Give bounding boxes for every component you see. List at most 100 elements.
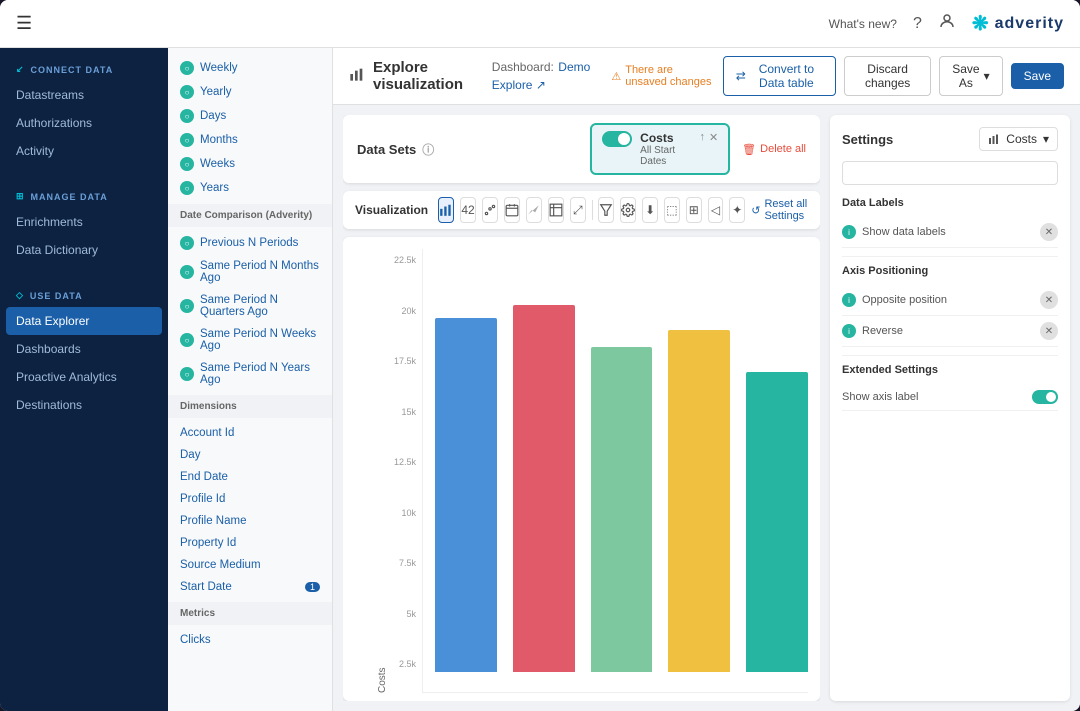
opposite-position-label: i Opposite position: [842, 293, 947, 307]
date-comparison-header: Date Comparison (Adverity): [168, 204, 332, 227]
panel-item-prev-n[interactable]: ○ Previous N Periods: [168, 231, 332, 255]
panel-item-profile-name[interactable]: Profile Name: [168, 510, 332, 532]
settings-divider: [842, 256, 1058, 257]
info-icon: i: [842, 293, 856, 307]
panel-item-weeks[interactable]: ○ Weeks: [168, 152, 332, 176]
help-icon[interactable]: ?: [913, 15, 922, 33]
panel-item-start-date[interactable]: Start Date 1: [168, 576, 332, 598]
toolbar: Explore visualization Dashboard: Demo Ex…: [333, 48, 1080, 105]
panel-item-profile-id[interactable]: Profile Id: [168, 488, 332, 510]
reverse-toggle[interactable]: ✕: [1040, 322, 1058, 340]
settings-divider: [842, 355, 1058, 356]
dataset-upload-icon[interactable]: ↑: [699, 131, 705, 144]
panel-item-yearly[interactable]: ○ Yearly: [168, 80, 332, 104]
toggle-dot: [1046, 392, 1056, 402]
dataset-toggle[interactable]: [602, 131, 632, 147]
menu-toggle[interactable]: ☰: [16, 13, 32, 34]
panel-item-months[interactable]: ○ Months: [168, 128, 332, 152]
sidebar-item-datastreams[interactable]: Datastreams: [0, 81, 168, 109]
info-icon: i: [842, 324, 856, 338]
sidebar-item-activity[interactable]: Activity: [0, 137, 168, 165]
panel-item-years[interactable]: ○ Years: [168, 176, 332, 200]
scatter-chart-button[interactable]: [482, 197, 498, 223]
metric-select[interactable]: Costs ▾: [979, 127, 1058, 151]
top-nav-left: ☰: [16, 13, 32, 34]
save-as-button[interactable]: Save As ▾: [939, 56, 1002, 96]
panel-item-same-years[interactable]: ○ Same Period N Years Ago: [168, 357, 332, 391]
toolbar-right: ⚠ There are unsaved changes ⇄ Convert to…: [611, 56, 1064, 96]
chevron-down-icon: ▾: [1043, 132, 1049, 146]
convert-to-datatable-button[interactable]: ⇄ Convert to Data table: [723, 56, 836, 96]
metrics-header: Metrics: [168, 602, 332, 625]
discard-changes-button[interactable]: Discard changes: [844, 56, 931, 96]
star-button[interactable]: ✦: [729, 197, 745, 223]
user-icon[interactable]: [938, 12, 956, 35]
opposite-position-toggle[interactable]: ✕: [1040, 291, 1058, 309]
extended-settings-title: Extended Settings: [842, 364, 1058, 376]
area-chart-button[interactable]: [526, 197, 542, 223]
panel-item-days[interactable]: ○ Days: [168, 104, 332, 128]
sidebar-item-authorizations[interactable]: Authorizations: [0, 109, 168, 137]
filter-button[interactable]: [598, 197, 614, 223]
panel-item-account-id[interactable]: Account Id: [168, 422, 332, 444]
panel-item-same-quarters[interactable]: ○ Same Period N Quarters Ago: [168, 289, 332, 323]
circle-icon: ○: [180, 367, 194, 381]
sidebar-use-title: ◇ USE DATA: [0, 284, 168, 307]
delete-all-button[interactable]: 🗑 Delete all: [742, 143, 806, 156]
bar-chart-button[interactable]: [438, 197, 454, 223]
app-logo: ❋ adverity: [972, 11, 1064, 36]
bar-group: [746, 255, 808, 672]
panel-item-clicks[interactable]: Clicks: [168, 629, 332, 651]
download-button[interactable]: ⬇: [642, 197, 658, 223]
dataset-delete-icon[interactable]: ✕: [709, 131, 718, 144]
sidebar-item-destinations[interactable]: Destinations: [0, 391, 168, 419]
circle-icon: ○: [180, 61, 194, 75]
settings-search-input[interactable]: [842, 161, 1058, 185]
calendar-button[interactable]: [504, 197, 520, 223]
save-button[interactable]: Save: [1011, 63, 1064, 89]
settings-title: Settings: [842, 132, 893, 147]
dimensions-header: Dimensions: [168, 395, 332, 418]
sidebar-item-enrichments[interactable]: Enrichments: [0, 208, 168, 236]
viz-toolbar: Visualization 42: [343, 191, 820, 229]
number-chart-button[interactable]: 42: [460, 197, 476, 223]
unsaved-warning: ⚠ There are unsaved changes: [611, 64, 714, 88]
panel-item-same-months[interactable]: ○ Same Period N Months Ago: [168, 255, 332, 289]
panel-item-end-date[interactable]: End Date: [168, 466, 332, 488]
datasets-info-icon[interactable]: ⓘ: [422, 141, 434, 158]
data-labels-title: Data Labels: [842, 197, 1058, 209]
bar-green: [591, 347, 653, 672]
grid-button[interactable]: ⊞: [686, 197, 702, 223]
reset-all-settings-button[interactable]: ↺ Reset all Settings: [751, 198, 808, 222]
bar-yellow: [668, 330, 730, 672]
sidebar-item-data-dictionary[interactable]: Data Dictionary: [0, 236, 168, 264]
panel-item-day[interactable]: Day: [168, 444, 332, 466]
table-button[interactable]: [548, 197, 564, 223]
dashboard-info: Dashboard: Demo Explore ↗: [492, 58, 612, 94]
bar-group: [668, 255, 730, 672]
warning-icon: ⚠: [611, 70, 621, 83]
sidebar-item-data-explorer[interactable]: Data Explorer: [6, 307, 162, 335]
convert-icon: ⇄: [736, 69, 746, 83]
show-data-labels-toggle[interactable]: ✕: [1040, 223, 1058, 241]
panel-item-source-medium[interactable]: Source Medium: [168, 554, 332, 576]
sidebar-item-dashboards[interactable]: Dashboards: [0, 335, 168, 363]
panel-item-same-weeks[interactable]: ○ Same Period N Weeks Ago: [168, 323, 332, 357]
viz-label: Visualization: [355, 203, 428, 217]
show-axis-label-toggle[interactable]: [1032, 390, 1058, 404]
palette-button[interactable]: ⬚: [664, 197, 680, 223]
explore-title: Explore visualization: [349, 59, 482, 93]
panel-item-weekly[interactable]: ○ Weekly: [168, 56, 332, 80]
settings2-button[interactable]: [620, 197, 636, 223]
circle-icon: ○: [180, 265, 194, 279]
viz-left: Data Sets ⓘ Costs: [343, 115, 820, 701]
show-axis-label-row: Show axis label: [842, 384, 1058, 411]
panel-item-property-id[interactable]: Property Id: [168, 532, 332, 554]
left-arrow-button[interactable]: ◁: [708, 197, 724, 223]
top-nav-right: What's new? ? ❋ adverity: [829, 11, 1064, 36]
settings-header: Settings Costs ▾: [842, 127, 1058, 151]
expand-button[interactable]: ⤢: [570, 197, 586, 223]
circle-icon: ○: [180, 333, 194, 347]
whats-new-link[interactable]: What's new?: [829, 17, 897, 31]
sidebar-item-proactive-analytics[interactable]: Proactive Analytics: [0, 363, 168, 391]
